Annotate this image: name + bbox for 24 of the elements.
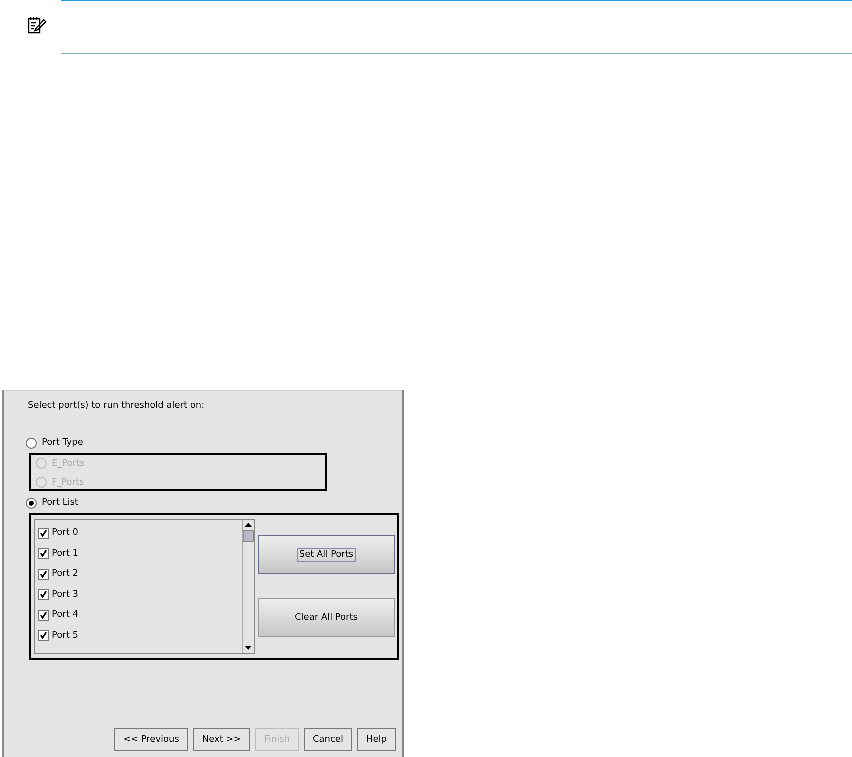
scroll-thumb[interactable]: [243, 530, 254, 542]
port-label: Port 1: [52, 548, 78, 559]
port-label: Port 5: [52, 630, 78, 641]
prompt-text: Select port(s) to run threshold alert on:: [28, 401, 206, 413]
radio-option[interactable]: Port Type: [26, 436, 84, 450]
port-label: Port 2: [52, 569, 78, 580]
checkbox[interactable]: [38, 548, 49, 560]
scrollbar[interactable]: [242, 520, 254, 653]
wizard-button[interactable]: Cancel: [304, 728, 352, 751]
checkbox[interactable]: [38, 589, 49, 600]
action-button[interactable]: Set All Ports: [258, 535, 395, 574]
wizard-button[interactable]: << Previous: [114, 728, 188, 751]
port-label: Port 0: [52, 528, 78, 538]
radio-option[interactable]: Port List: [26, 496, 78, 510]
action-button[interactable]: Clear All Ports: [258, 598, 395, 637]
note-icon: [27, 15, 47, 35]
checkbox[interactable]: [38, 610, 49, 621]
checkbox[interactable]: [38, 528, 49, 539]
checkbox[interactable]: [38, 568, 49, 580]
wizard-button[interactable]: Help: [357, 728, 396, 751]
checkbox[interactable]: [38, 630, 49, 642]
wizard-button[interactable]: Next >>: [193, 728, 250, 751]
port-label: Port 4: [52, 610, 78, 620]
port-label: Port 3: [52, 590, 78, 600]
